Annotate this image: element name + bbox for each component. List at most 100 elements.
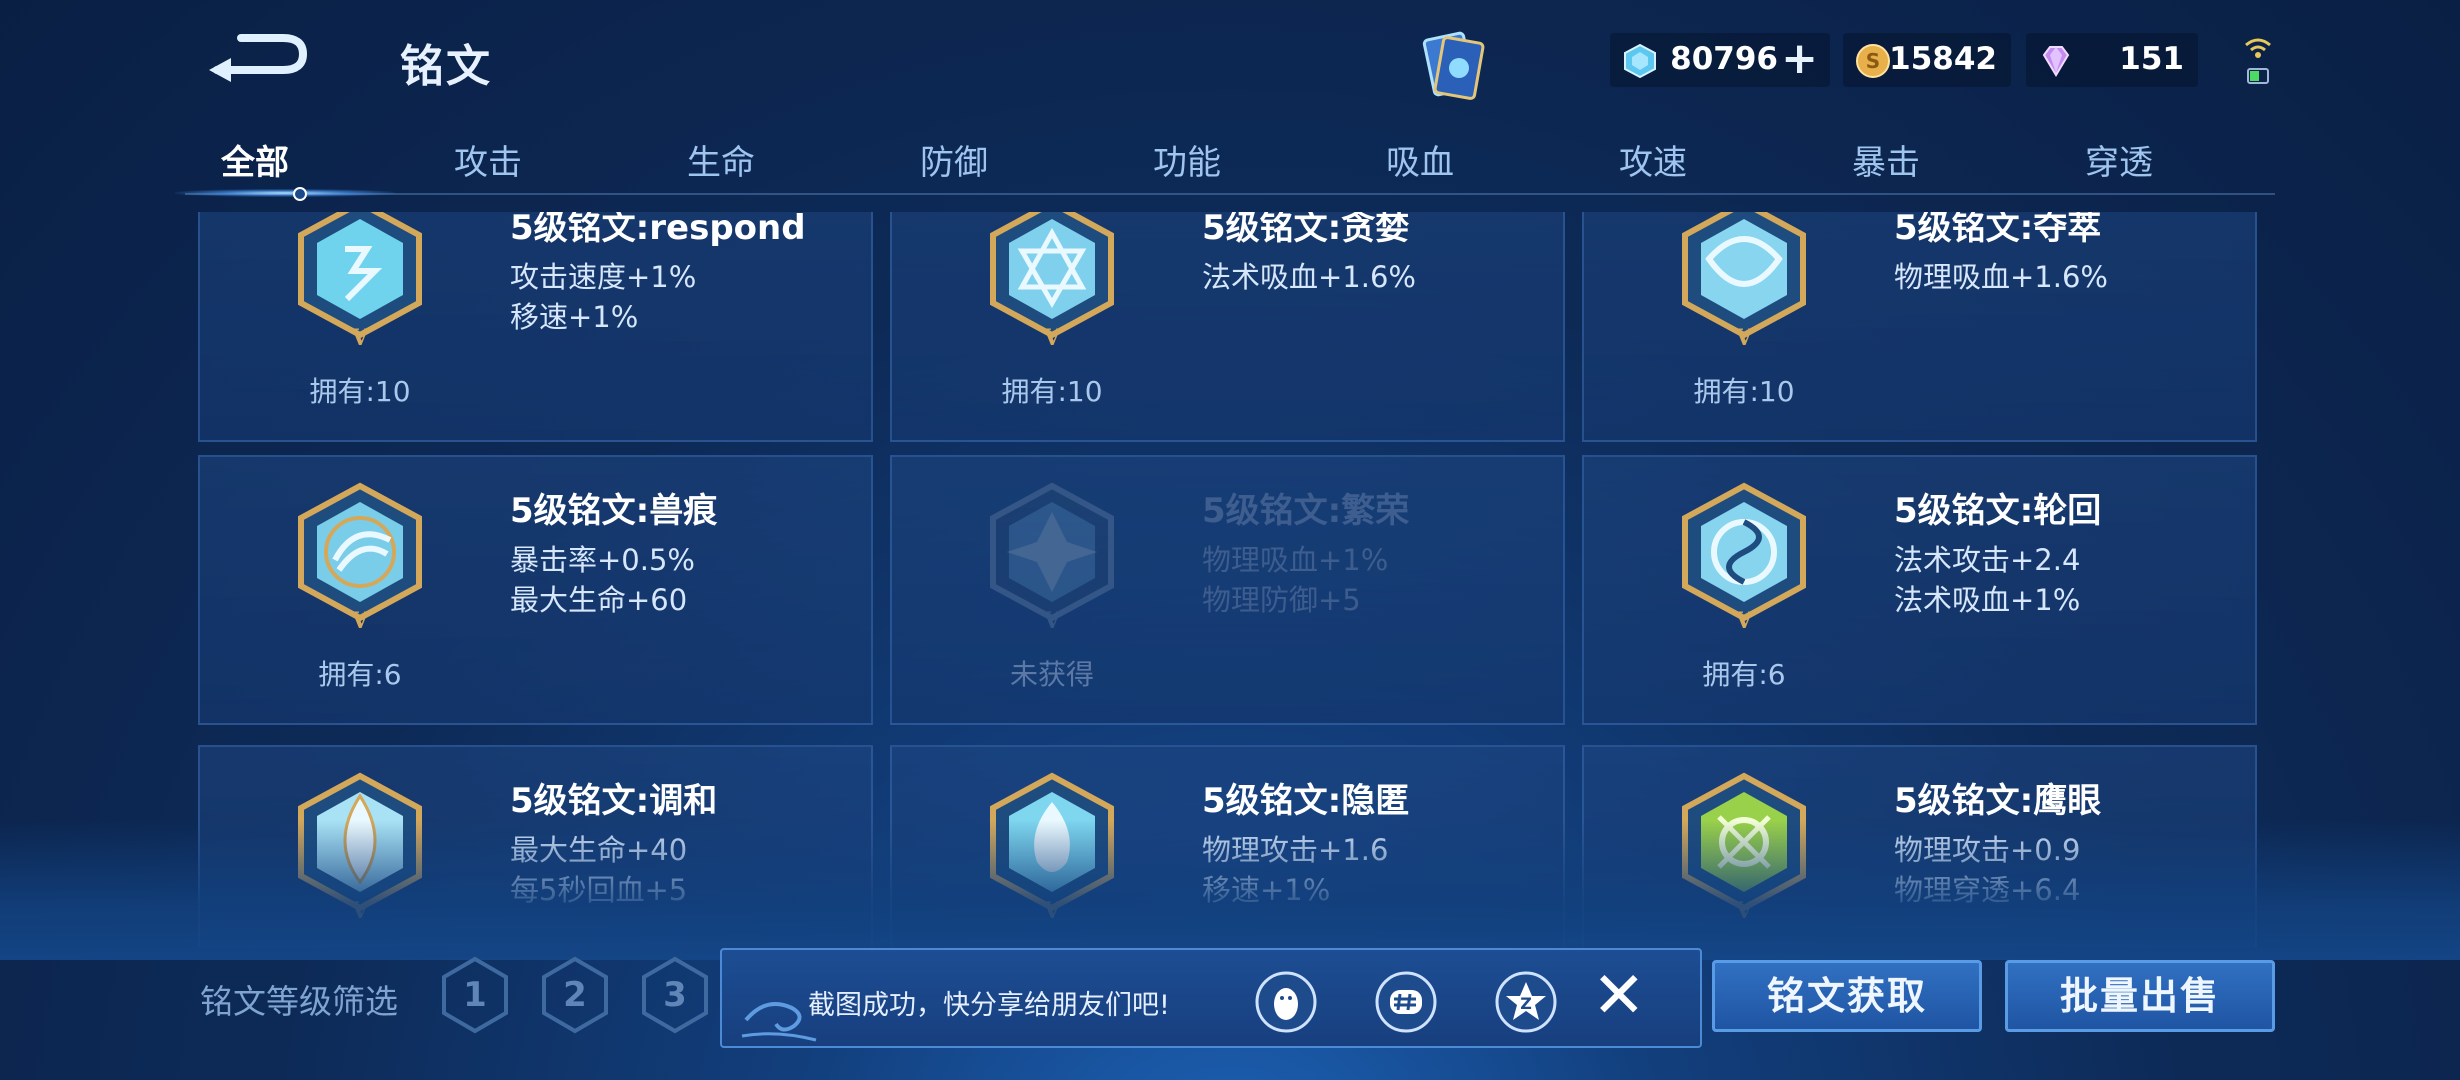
inscription-emblem-icon: V (298, 482, 422, 632)
page-title: 铭文 (400, 41, 492, 92)
wifi-battery-icon (2245, 38, 2271, 84)
top-bar: 铭文 80796 + S 15842 151 (0, 0, 2460, 135)
svg-text:S: S (1866, 49, 1880, 73)
inscription-name: 5级铭文:贪婪 (1202, 212, 1410, 248)
owned-count: 拥有:6 (318, 658, 402, 691)
inscription-book-icon[interactable] (1415, 28, 1493, 106)
inscription-card[interactable]: V 5级铭文:鹰眼 物理攻击+0.9 物理穿透+6.4 (1582, 745, 2257, 947)
owned-count: 拥有:10 (309, 375, 411, 408)
inscription-card[interactable]: V 5级铭文:调和 最大生命+40 每5秒回血+5 (198, 745, 873, 947)
screenshot-share-toast: 截图成功，快分享给朋友们吧! Z ✕ (720, 948, 1702, 1048)
diamond-currency: 80796 + (1610, 33, 1830, 87)
svg-text:V: V (1042, 898, 1061, 922)
inscription-name: 5级铭文:夺萃 (1894, 212, 2102, 248)
inscription-stat: 移速+1% (1202, 873, 1331, 907)
tab-function[interactable]: 功能 (1117, 135, 1257, 184)
qq-share-icon[interactable] (1254, 970, 1318, 1034)
inscription-stat: 最大生命+60 (510, 583, 688, 617)
svg-text:V: V (1734, 608, 1753, 632)
inscription-stat: 每5秒回血+5 (510, 873, 688, 907)
toast-message: 截图成功，快分享给朋友们吧! (808, 990, 1170, 1021)
svg-text:V: V (1734, 325, 1753, 349)
inscription-emblem-icon: V (298, 772, 422, 922)
svg-text:V: V (350, 608, 369, 632)
not-obtained-label: 未获得 (1009, 658, 1094, 691)
gold-coin-icon: S (1856, 44, 1890, 78)
inscription-stat: 物理防御+5 (1202, 583, 1361, 617)
inscription-name: 5级铭文:鹰眼 (1894, 781, 2102, 821)
close-icon[interactable]: ✕ (1592, 964, 1646, 1028)
inscription-name: 5级铭文:调和 (510, 781, 718, 821)
inscription-stat: 物理攻击+0.9 (1894, 833, 2081, 867)
inscription-stat: 法术攻击+2.4 (1894, 543, 2081, 577)
inscription-emblem-icon: V (1682, 482, 1806, 632)
level-filter-2[interactable]: 2 (540, 955, 610, 1035)
inscription-stat: 物理穿透+6.4 (1894, 873, 2081, 907)
diamond-gem-icon (1624, 43, 1656, 79)
wechat-moments-share-icon[interactable] (1374, 970, 1438, 1034)
back-arrow-icon[interactable] (205, 30, 315, 85)
tab-health[interactable]: 生命 (651, 135, 791, 184)
inscription-card[interactable]: V 5级铭文:贪婪 法术吸血+1.6% 拥有:10 (890, 212, 1565, 442)
inscription-name: 5级铭文:respond (510, 212, 806, 248)
crystal-count: 151 (2119, 41, 2184, 77)
owned-count: 拥有:10 (1693, 375, 1795, 408)
level-filter-1[interactable]: 1 (440, 955, 510, 1035)
inscription-stat: 物理吸血+1.6% (1894, 260, 2108, 294)
inscription-card[interactable]: V 5级铭文:隐匿 物理攻击+1.6 移速+1% (890, 745, 1565, 947)
svg-text:V: V (350, 325, 369, 349)
inscription-card[interactable]: V 5级铭文:夺萃 物理吸血+1.6% 拥有:10 (1582, 212, 2257, 442)
inscription-name: 5级铭文:兽痕 (510, 491, 718, 531)
svg-text:V: V (1734, 898, 1753, 922)
level-number: 2 (563, 975, 587, 1015)
tab-all[interactable]: 全部 (185, 135, 325, 184)
inscription-emblem-icon: V (1682, 212, 1806, 349)
inscription-stat: 暴击率+0.5% (510, 543, 695, 577)
inscription-card[interactable]: V 5级铭文:respond 攻击速度+1% 移速+1% 拥有:10 (198, 212, 873, 442)
inscription-stat: 攻击速度+1% (510, 260, 697, 294)
inscription-stat: 法术吸血+1% (1894, 583, 2081, 617)
inscription-emblem-icon: V (1682, 772, 1806, 922)
inscription-emblem-icon: V (990, 212, 1114, 349)
tab-crit[interactable]: 暴击 (1816, 135, 1956, 184)
inscription-name: 5级铭文:隐匿 (1202, 781, 1410, 821)
svg-text:V: V (350, 898, 369, 922)
svg-text:Z: Z (1520, 994, 1532, 1013)
inscription-name: 5级铭文:轮回 (1894, 491, 2102, 531)
inscription-card-locked[interactable]: V 5级铭文:繁荣 物理吸血+1% 物理防御+5 未获得 (890, 455, 1565, 725)
tab-defense[interactable]: 防御 (884, 135, 1024, 184)
inscription-name: 5级铭文:繁荣 (1202, 491, 1410, 531)
inscription-stat: 最大生命+40 (510, 833, 688, 867)
tab-attack[interactable]: 攻击 (418, 135, 558, 184)
inscription-stat: 物理吸血+1% (1202, 543, 1389, 577)
tab-attack-speed[interactable]: 攻速 (1583, 135, 1723, 184)
owned-count: 拥有:10 (1001, 375, 1103, 408)
inscription-stat: 物理攻击+1.6 (1202, 833, 1389, 867)
tab-penetration[interactable]: 穿透 (2049, 135, 2189, 184)
acquire-inscription-button[interactable]: 铭文获取 (1712, 960, 1982, 1032)
level-filter-label: 铭文等级筛选 (200, 982, 398, 1021)
gold-count: 15842 (1889, 41, 1997, 77)
level-number: 1 (463, 975, 487, 1015)
category-tabs: 全部 攻击 生命 防御 功能 吸血 攻速 暴击 穿透 (175, 125, 2275, 201)
owned-count: 拥有:6 (1702, 658, 1786, 691)
tab-lifesteal[interactable]: 吸血 (1350, 135, 1490, 184)
inscription-emblem-icon: V (298, 212, 422, 349)
gold-currency: S 15842 (1843, 33, 2011, 87)
add-diamond-button[interactable]: + (1781, 37, 1818, 81)
purple-crystal-icon (2042, 46, 2070, 77)
tab-divider (185, 193, 2275, 195)
active-tab-marker (293, 187, 307, 201)
inscription-card[interactable]: V 5级铭文:轮回 法术攻击+2.4 法术吸血+1% 拥有:6 (1582, 455, 2257, 725)
level-filter-3[interactable]: 3 (640, 955, 710, 1035)
inscription-stat: 移速+1% (510, 300, 639, 334)
inscription-grid[interactable]: V 5级铭文:respond 攻击速度+1% 移速+1% 拥有:10 V 5级铭… (198, 212, 2258, 947)
inscription-card[interactable]: V 5级铭文:兽痕 暴击率+0.5% 最大生命+60 拥有:6 (198, 455, 873, 725)
bulk-sell-button[interactable]: 批量出售 (2005, 960, 2275, 1032)
svg-text:V: V (1042, 608, 1061, 632)
qzone-share-icon[interactable]: Z (1494, 970, 1558, 1034)
diamond-count: 80796 (1670, 41, 1778, 77)
level-number: 3 (663, 975, 687, 1015)
active-tab-underline (175, 189, 395, 197)
inscription-emblem-icon: V (990, 482, 1114, 632)
